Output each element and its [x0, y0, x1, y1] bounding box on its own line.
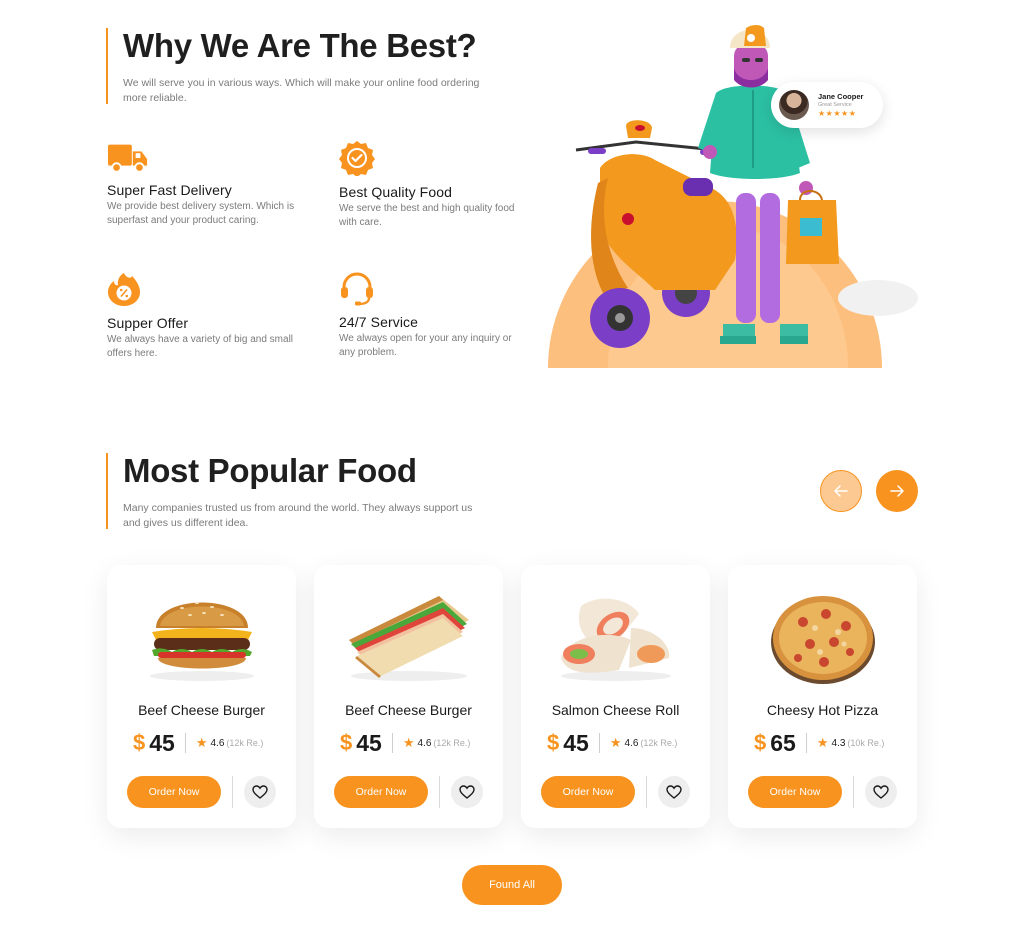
- why-section-header: Why We Are The Best? We will serve you i…: [106, 27, 483, 105]
- popular-title: Most Popular Food: [123, 452, 417, 489]
- carousel-next-button[interactable]: [876, 470, 918, 512]
- currency-symbol: $: [133, 730, 146, 755]
- popular-section-header: Most Popular Food Many companies trusted…: [106, 452, 483, 530]
- favorite-button[interactable]: [244, 776, 276, 808]
- divider: [805, 733, 807, 753]
- feature-desc: We always open for your any inquiry or a…: [339, 333, 512, 358]
- pizza-image: [750, 583, 895, 688]
- reviewer-subtitle: Great Service: [818, 102, 852, 108]
- divider: [439, 776, 440, 808]
- divider: [853, 776, 854, 808]
- feature-title: Super Fast Delivery: [107, 182, 232, 198]
- food-card: Cheesy Hot Pizza $ 65 ★ 4.3 (10k Re.) Or…: [728, 565, 917, 828]
- food-rating: 4.6: [417, 737, 432, 749]
- feature-title: Supper Offer: [107, 315, 189, 331]
- heart-icon: [666, 785, 682, 799]
- feature-best-quality: Best Quality Food We serve the best and …: [339, 140, 529, 230]
- food-review-count: (12k Re.): [226, 738, 264, 748]
- review-stars: ★★★★★: [818, 109, 857, 118]
- food-card: Beef Cheese Burger $ 45 ★ 4.6 (12k Re.) …: [314, 565, 503, 828]
- quality-badge-icon: [339, 140, 381, 176]
- order-now-button[interactable]: Order Now: [541, 776, 635, 808]
- food-card: Beef Cheese Burger $ 45 ★ 4.6 (12k Re.) …: [107, 565, 296, 828]
- order-now-button[interactable]: Order Now: [334, 776, 428, 808]
- favorite-button[interactable]: [451, 776, 483, 808]
- feature-fast-delivery: Super Fast Delivery We provide best deli…: [107, 138, 297, 228]
- found-all-button[interactable]: Found All: [462, 865, 562, 905]
- feature-24-7-service: 24/7 Service We always open for your any…: [339, 270, 529, 360]
- favorite-button[interactable]: [658, 776, 690, 808]
- food-name: Beef Cheese Burger: [345, 702, 472, 718]
- divider: [232, 776, 233, 808]
- divider: [184, 733, 186, 753]
- food-review-count: (10k Re.): [847, 738, 885, 748]
- currency-symbol: $: [754, 730, 767, 755]
- heart-icon: [252, 785, 268, 799]
- order-now-button[interactable]: Order Now: [748, 776, 842, 808]
- feature-title: 24/7 Service: [339, 314, 419, 330]
- reviewer-name: Jane Cooper: [818, 92, 864, 101]
- why-subtitle: We will serve you in various ways. Which…: [123, 77, 480, 105]
- food-price: 45: [149, 729, 175, 756]
- divider: [646, 776, 647, 808]
- food-card: Salmon Cheese Roll $ 45 ★ 4.6 (12k Re.) …: [521, 565, 710, 828]
- feature-desc: We always have a variety of big and smal…: [107, 334, 294, 359]
- feature-desc: We serve the best and high quality food …: [339, 203, 515, 228]
- food-rating: 4.6: [624, 737, 639, 749]
- food-name: Cheesy Hot Pizza: [766, 702, 879, 718]
- sandwich-image: [336, 583, 481, 688]
- arrow-left-icon: [834, 485, 848, 497]
- headset-icon: [339, 270, 381, 306]
- star-icon: ★: [609, 735, 622, 750]
- star-icon: ★: [195, 735, 208, 750]
- food-price: 65: [770, 729, 796, 756]
- review-card: Jane Cooper Great Service ★★★★★: [771, 82, 883, 128]
- avatar: [779, 90, 809, 120]
- feature-desc: We provide best delivery system. Which i…: [107, 201, 295, 226]
- delivery-hero-illustration: [548, 18, 920, 370]
- currency-symbol: $: [340, 730, 353, 755]
- food-price: 45: [563, 729, 589, 756]
- food-name: Salmon Cheese Roll: [551, 702, 680, 718]
- currency-symbol: $: [547, 730, 560, 755]
- why-title: Why We Are The Best?: [123, 27, 477, 64]
- food-review-count: (12k Re.): [433, 738, 471, 748]
- favorite-button[interactable]: [865, 776, 897, 808]
- burger-image: [129, 583, 274, 688]
- divider: [598, 733, 600, 753]
- feature-title: Best Quality Food: [339, 184, 452, 200]
- feature-super-offer: Supper Offer We always have a variety of…: [107, 271, 297, 361]
- offer-fire-icon: [107, 271, 149, 307]
- food-name: Beef Cheese Burger: [138, 702, 265, 718]
- heart-icon: [459, 785, 475, 799]
- salmon-roll-image: [543, 583, 688, 688]
- arrow-right-icon: [890, 485, 904, 497]
- food-rating: 4.6: [210, 737, 225, 749]
- carousel-prev-button[interactable]: [820, 470, 862, 512]
- popular-subtitle: Many companies trusted us from around th…: [123, 502, 473, 530]
- divider: [391, 733, 393, 753]
- star-icon: ★: [402, 735, 415, 750]
- star-icon: ★: [816, 735, 829, 750]
- food-review-count: (12k Re.): [640, 738, 678, 748]
- truck-icon: [107, 138, 149, 174]
- heart-icon: [873, 785, 889, 799]
- order-now-button[interactable]: Order Now: [127, 776, 221, 808]
- food-price: 45: [356, 729, 382, 756]
- food-rating: 4.3: [831, 737, 846, 749]
